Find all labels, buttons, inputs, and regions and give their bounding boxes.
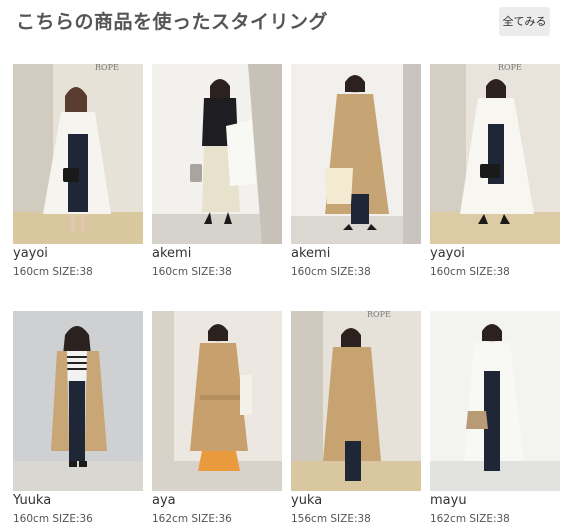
stylist-height-size: 160cm SIZE:38 xyxy=(430,266,510,278)
styling-section-header: こちらの商品を使ったスタイリング 全てみる xyxy=(0,0,569,50)
stylist-name[interactable]: akemi xyxy=(291,246,330,261)
svg-text:ROPÉ: ROPÉ xyxy=(95,64,119,72)
styling-photo[interactable] xyxy=(430,311,560,491)
styling-photo-image xyxy=(152,64,282,244)
styling-photo[interactable] xyxy=(152,64,282,244)
svg-text:ROPÉ: ROPÉ xyxy=(367,311,391,319)
styling-photo-image: ROPÉ xyxy=(291,311,421,491)
styling-photo-image xyxy=(152,311,282,491)
stylist-name[interactable]: yuka xyxy=(291,493,322,508)
stylist-height-size: 160cm SIZE:38 xyxy=(152,266,232,278)
stylist-height-size: 160cm SIZE:36 xyxy=(13,513,93,525)
styling-photo-image: ROPÉ xyxy=(13,64,143,244)
stylist-name[interactable]: Yuuka xyxy=(13,493,51,508)
styling-photo-image xyxy=(430,311,560,491)
styling-photo-image xyxy=(13,311,143,491)
stylist-height-size: 160cm SIZE:38 xyxy=(13,266,93,278)
see-all-button[interactable]: 全てみる xyxy=(499,7,550,36)
stylist-name[interactable]: aya xyxy=(152,493,176,508)
stylist-height-size: 162cm SIZE:38 xyxy=(430,513,510,525)
stylist-name[interactable]: yayoi xyxy=(430,246,465,261)
stylist-height-size: 156cm SIZE:38 xyxy=(291,513,371,525)
stylist-name[interactable]: mayu xyxy=(430,493,467,508)
styling-photo-image: ROPÉ xyxy=(430,64,560,244)
svg-text:ROPÉ: ROPÉ xyxy=(498,64,522,72)
styling-photo[interactable] xyxy=(13,311,143,491)
section-title: こちらの商品を使ったスタイリング xyxy=(16,11,329,33)
stylist-name[interactable]: yayoi xyxy=(13,246,48,261)
styling-photo[interactable]: ROPÉ xyxy=(430,64,560,244)
styling-photo[interactable]: ROPÉ xyxy=(13,64,143,244)
stylist-height-size: 160cm SIZE:38 xyxy=(291,266,371,278)
styling-photo[interactable]: ROPÉ xyxy=(291,311,421,491)
stylist-name[interactable]: akemi xyxy=(152,246,191,261)
styling-photo-image xyxy=(291,64,421,244)
styling-photo[interactable] xyxy=(291,64,421,244)
styling-photo[interactable] xyxy=(152,311,282,491)
stylist-height-size: 162cm SIZE:36 xyxy=(152,513,232,525)
